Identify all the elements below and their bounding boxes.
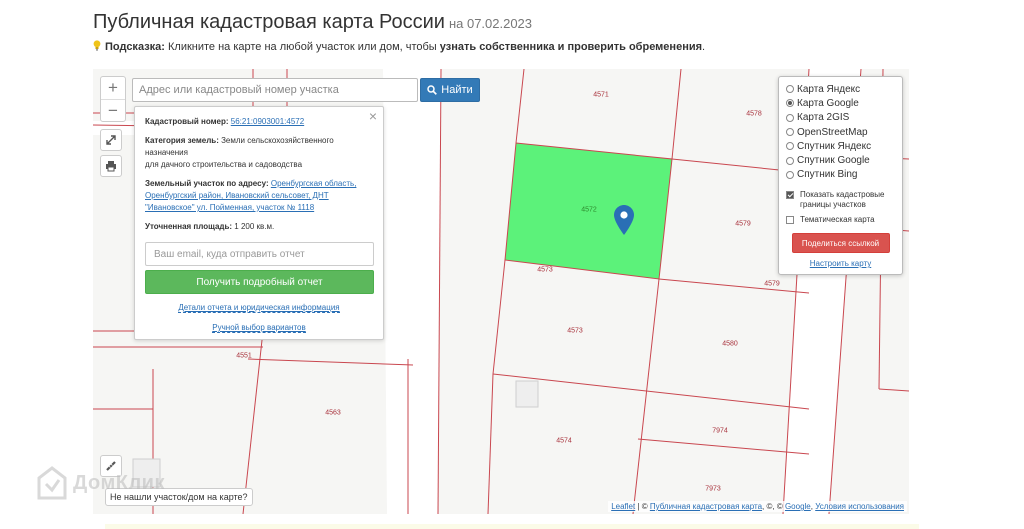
zoom-in-button[interactable]: +: [101, 77, 125, 99]
pkk-link[interactable]: Публичная кадастровая карта: [650, 502, 762, 511]
location-marker-icon[interactable]: [614, 205, 634, 235]
parcel-label: 7974: [712, 427, 728, 435]
address-row: Земельный участок по адресу: Оренбургска…: [145, 178, 373, 214]
page-title: Публичная кадастровая карта России на 07.…: [93, 11, 532, 34]
expand-icon: [106, 135, 116, 145]
layer-option[interactable]: Спутник Яндекс: [786, 139, 895, 153]
printer-icon: [106, 161, 116, 172]
hint-text: Кликните на карте на любой участок или д…: [164, 41, 440, 53]
parcel-label: 4579: [764, 280, 780, 288]
cadastral-number-label: Кадастровый номер:: [145, 117, 229, 126]
hint-bold-text: узнать собственника и проверить обремене…: [439, 41, 703, 53]
lightbulb-icon: [93, 40, 101, 51]
report-details-text: Детали отчета и юридическая информация: [178, 303, 340, 313]
layer-option[interactable]: Спутник Bing: [786, 168, 895, 182]
layer-option-label: Спутник Google: [797, 155, 870, 167]
parcel-label: 4573: [567, 327, 583, 335]
manual-selection-text: Ручной выбор вариантов: [212, 323, 306, 333]
search-icon: [427, 85, 438, 95]
parcel-label: 4578: [746, 110, 762, 118]
fullscreen-button[interactable]: [100, 129, 122, 151]
road-vertical: [383, 69, 441, 514]
layer-option[interactable]: Спутник Google: [786, 153, 895, 167]
cadastral-number-link[interactable]: 56:21:0903001:4572: [231, 117, 304, 126]
share-link-button[interactable]: Поделиться ссылкой: [791, 233, 890, 254]
map-attribution: Leaflet | © Публичная кадастровая карта,…: [608, 501, 907, 512]
layer-option-label: OpenStreetMap: [797, 126, 868, 138]
email-field[interactable]: [145, 242, 374, 266]
parcel-label: 4563: [325, 409, 341, 417]
land-category-label: Категория земель:: [145, 136, 219, 145]
layer-option-label: Спутник Bing: [797, 169, 858, 181]
layer-option-label: Карта Яндекс: [797, 83, 861, 95]
land-use-value: для дачного строительства и садоводства: [145, 160, 303, 169]
layer-option-label: Карта 2GIS: [797, 112, 850, 124]
parcel-label: 7973: [705, 485, 721, 493]
layer-option[interactable]: OpenStreetMap: [786, 125, 895, 139]
radio-button[interactable]: [786, 170, 794, 179]
print-button[interactable]: [100, 155, 122, 177]
parcel-label: 4580: [722, 340, 738, 348]
map-settings-link[interactable]: Настроить карту: [786, 259, 895, 268]
parcel-label: 4571: [593, 91, 609, 99]
cadastral-map[interactable]: 4571 4578 4572 4579 4573 4579 4573 4580 …: [93, 69, 909, 514]
report-details-link[interactable]: Детали отчета и юридическая информация: [145, 302, 373, 314]
show-boundaries-label: Показать кадастровые границы участков: [800, 190, 885, 210]
hint-label: Подсказка:: [105, 41, 165, 53]
radio-button[interactable]: [786, 113, 794, 122]
page-title-text: Публичная кадастровая карта России: [93, 11, 445, 33]
watermark-text: ДомКлик: [73, 471, 165, 494]
terms-link[interactable]: Условия использования: [815, 502, 904, 511]
search-button[interactable]: Найти: [420, 78, 480, 102]
house-logo-icon: [37, 466, 67, 500]
area-label: Уточненная площадь:: [145, 222, 233, 231]
layer-option[interactable]: Карта Яндекс: [786, 82, 895, 96]
hint-end: .: [702, 41, 706, 53]
thematic-map-toggle[interactable]: Тематическая карта: [786, 215, 895, 225]
parcel-label: 4574: [556, 437, 572, 445]
layer-option[interactable]: Карта Google: [786, 96, 895, 110]
land-category-row: Категория земель: Земли сельскохозяйстве…: [145, 135, 373, 171]
parcel-label: 4572: [581, 206, 597, 214]
parcel-info-popup: × Кадастровый номер: 56:21:0903001:4572 …: [134, 106, 384, 340]
search-input[interactable]: [132, 78, 418, 102]
address-label: Земельный участок по адресу:: [145, 179, 269, 188]
layer-option-label: Карта Google: [797, 97, 859, 109]
hint-line: Подсказка: Кликните на карте на любой уч…: [93, 40, 705, 53]
bottom-strip: [105, 524, 919, 529]
manual-selection-link[interactable]: Ручной выбор вариантов: [145, 322, 373, 334]
radio-button[interactable]: [786, 85, 794, 94]
get-report-button[interactable]: Получить подробный отчет: [145, 270, 374, 294]
area-value: 1 200 кв.м.: [232, 222, 275, 231]
radio-button[interactable]: [786, 142, 794, 151]
show-boundaries-toggle[interactable]: Показать кадастровые границы участков: [786, 190, 895, 210]
cadastral-number-row: Кадастровый номер: 56:21:0903001:4572: [145, 116, 373, 128]
checkbox-checked[interactable]: [786, 191, 794, 200]
radio-button-selected[interactable]: [786, 99, 794, 108]
zoom-out-button[interactable]: −: [101, 99, 125, 121]
close-icon[interactable]: ×: [369, 109, 377, 123]
layer-option-label: Спутник Яндекс: [797, 140, 872, 152]
search-button-label: Найти: [441, 84, 473, 96]
layer-switcher: Карта Яндекс Карта Google Карта 2GIS Ope…: [778, 76, 903, 275]
parcel-label: 4579: [735, 220, 751, 228]
radio-button[interactable]: [786, 128, 794, 137]
checkbox[interactable]: [786, 216, 794, 225]
radio-button[interactable]: [786, 156, 794, 165]
parcel-label: 4573: [537, 266, 553, 274]
layer-option[interactable]: Карта 2GIS: [786, 111, 895, 125]
area-row: Уточненная площадь: 1 200 кв.м.: [145, 221, 373, 233]
google-link[interactable]: Google: [785, 502, 811, 511]
map-date: на 07.02.2023: [448, 16, 533, 31]
leaflet-link[interactable]: Leaflet: [611, 502, 635, 511]
zoom-control: + −: [100, 76, 126, 122]
parcel-label: 4551: [236, 352, 252, 360]
attribution-middle: , ©, ©: [762, 502, 785, 511]
thematic-map-label: Тематическая карта: [800, 215, 875, 225]
watermark: ДомКлик: [37, 466, 165, 500]
attribution-separator: | ©: [635, 502, 650, 511]
